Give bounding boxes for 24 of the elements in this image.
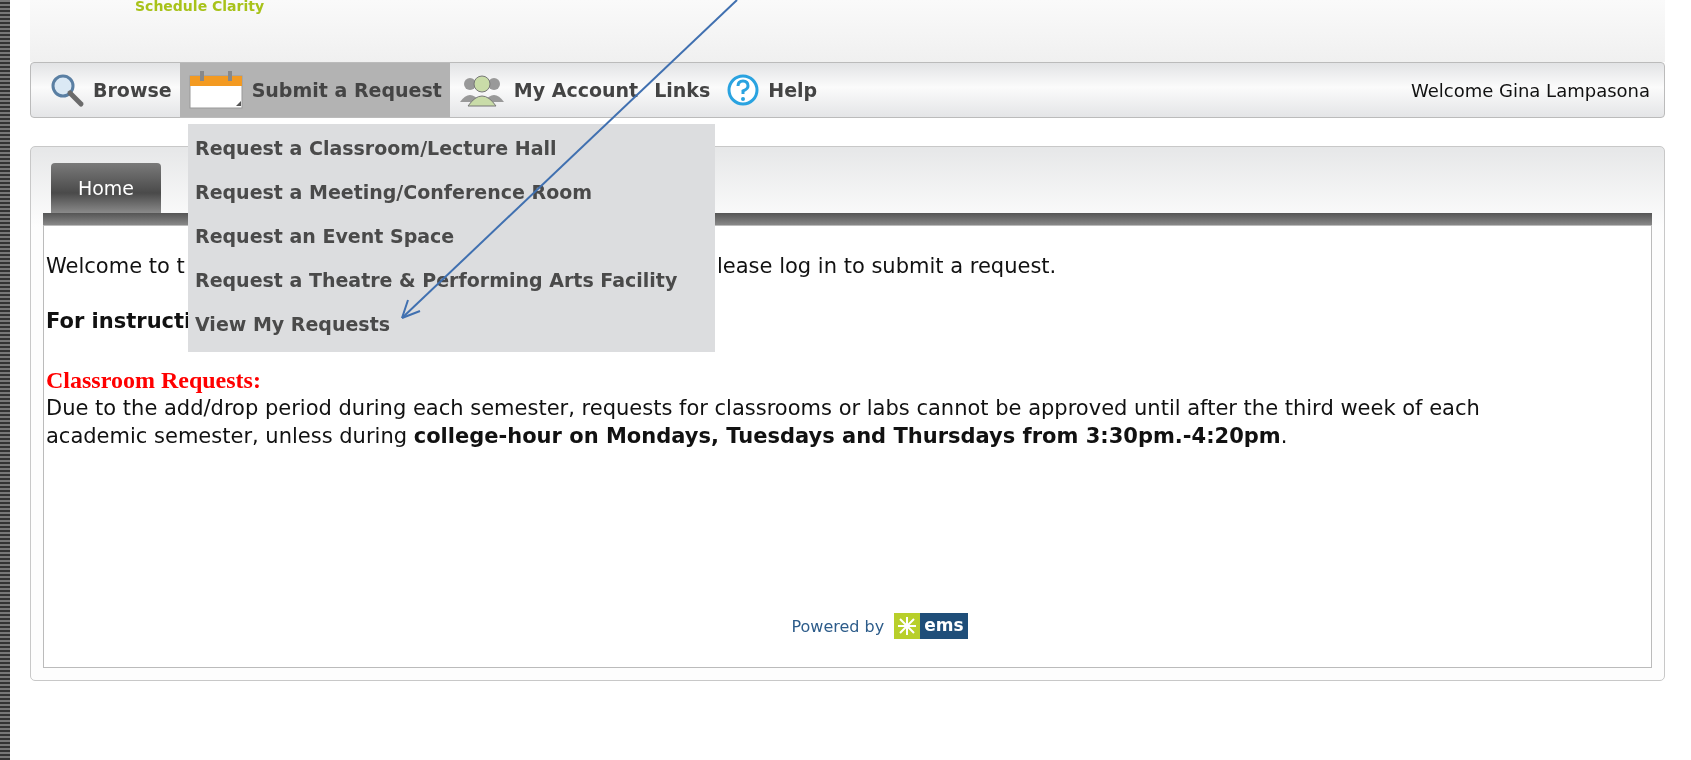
people-icon — [457, 72, 506, 108]
dropdown-menu-item[interactable]: View My Requests — [195, 302, 715, 346]
nav-menu-item[interactable]: Links — [646, 63, 719, 117]
instructions-text: For instructi — [46, 308, 192, 335]
nav-menu-item[interactable]: Browse — [41, 63, 180, 117]
intro-text: Welcome to t — [46, 253, 185, 281]
nav-menu-item[interactable]: Submit a Request — [179, 63, 450, 117]
sunburst-icon — [894, 613, 921, 639]
dropdown-menu-item[interactable]: Request a Meeting/Conference Room — [195, 170, 715, 214]
help-icon — [726, 73, 761, 107]
nav-menu-item[interactable]: Help — [718, 63, 826, 117]
welcome-user-text: Welcome Gina Lampasona — [1410, 78, 1650, 103]
dropdown-menu-item[interactable]: Request an Event Space — [195, 214, 715, 258]
calendar-icon — [187, 70, 244, 110]
notice-paragraph: Due to the add/drop period during each semester, requests for classrooms or labs cannot be approved until after the third week of each academic semester, unless during college-hour on Mondays, Tuesdays and Thursdays from 3:30pm.-4:20pm. — [46, 394, 1481, 450]
intro-text: lease log in to submit a request. — [717, 253, 1057, 281]
dropdown-menu-item[interactable]: Request a Classroom/Lecture Hall — [195, 126, 715, 170]
home-tab[interactable]: Home — [51, 163, 161, 213]
nav-menu-item[interactable]: My Account — [449, 63, 647, 117]
search-icon — [49, 72, 85, 108]
logo-tagline: Schedule Clarity — [135, 0, 265, 16]
section-heading: Classroom Requests: — [46, 365, 261, 394]
ems-logo: ems — [894, 613, 968, 639]
powered-by-text: Powered by — [791, 616, 885, 638]
